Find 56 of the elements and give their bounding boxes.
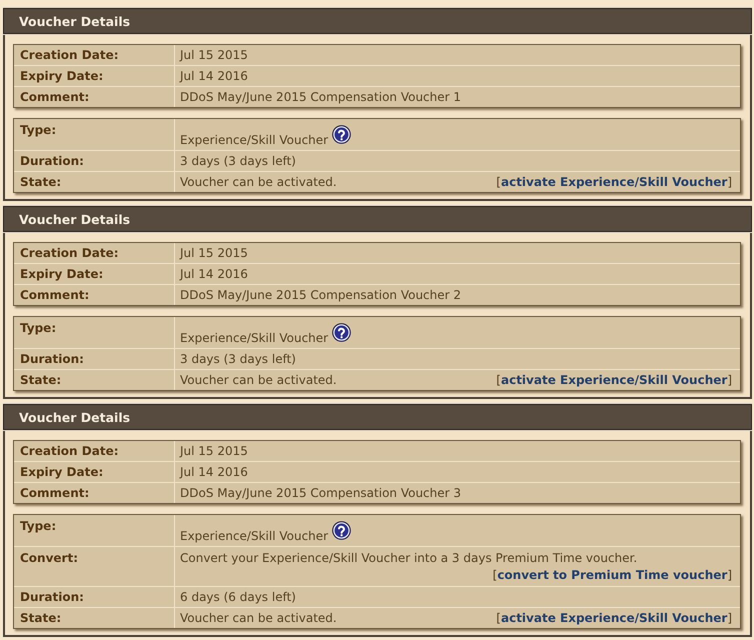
field-value: Jul 14 2016 [180, 266, 248, 283]
bracket-text: [ [492, 567, 498, 584]
field-label: Creation Date: [14, 441, 175, 461]
field-value: Jul 15 2015 [180, 245, 248, 262]
field-label: Type: [14, 119, 175, 150]
field-label: Comment: [14, 483, 175, 503]
field-value: Jul 14 2016 [180, 68, 248, 85]
field-value: DDoS May/June 2015 Compensation Voucher 3 [180, 485, 462, 502]
action-link[interactable]: activate Experience/Skill Voucher [500, 610, 728, 627]
field-label: Expiry Date: [14, 462, 175, 482]
field-label: Type: [14, 515, 175, 546]
bracket-text: ] [727, 610, 732, 627]
field-label: State: [14, 608, 175, 628]
field-value: Experience/Skill Voucher [180, 132, 328, 149]
bracket-text: [ [496, 610, 501, 627]
field-label: Comment: [14, 87, 175, 107]
field-label: State: [14, 370, 175, 390]
field-label: Duration: [14, 151, 175, 171]
field-label: Duration: [14, 587, 175, 607]
field-label: State: [14, 172, 175, 192]
field-label: Convert: [14, 547, 175, 586]
action-link[interactable]: activate Experience/Skill Voucher [500, 174, 728, 191]
field-value: Voucher can be activated. [180, 174, 337, 191]
section-title: Voucher Details [19, 212, 130, 226]
field-value: Convert your Experience/Skill Voucher into a 3 days Premium Time voucher. [180, 550, 638, 567]
action-link[interactable]: convert to Premium Time voucher [497, 567, 728, 584]
action-link[interactable]: activate Experience/Skill Voucher [500, 372, 728, 389]
field-label: Creation Date: [14, 45, 175, 65]
bracket-text: ] [727, 174, 732, 191]
field-value: Jul 15 2015 [180, 47, 248, 64]
help-icon[interactable] [332, 323, 352, 342]
field-value: 3 days (3 days left) [180, 153, 296, 170]
field-label: Creation Date: [14, 243, 175, 263]
field-value: Experience/Skill Voucher [180, 330, 328, 347]
field-value: 3 days (3 days left) [180, 351, 296, 368]
bracket-text: [ [496, 174, 501, 191]
field-label: Comment: [14, 285, 175, 305]
field-value: DDoS May/June 2015 Compensation Voucher 2 [180, 287, 462, 304]
bracket-text: ] [727, 372, 732, 389]
help-icon[interactable] [332, 521, 352, 540]
field-value: Jul 14 2016 [180, 464, 248, 481]
help-icon[interactable] [332, 125, 352, 144]
field-label: Expiry Date: [14, 66, 175, 86]
field-value: Jul 15 2015 [180, 443, 248, 460]
field-value: DDoS May/June 2015 Compensation Voucher 1 [180, 89, 462, 106]
field-value: Voucher can be activated. [180, 610, 337, 627]
field-value: Experience/Skill Voucher [180, 528, 328, 545]
section-title: Voucher Details [19, 410, 130, 424]
bracket-text: [ [496, 372, 501, 389]
field-label: Duration: [14, 349, 175, 369]
field-value: 6 days (6 days left) [180, 589, 296, 606]
bracket-text: ] [727, 567, 732, 584]
field-label: Expiry Date: [14, 264, 175, 284]
field-label: Type: [14, 317, 175, 348]
field-value: Voucher can be activated. [180, 372, 337, 389]
section-title: Voucher Details [19, 14, 130, 28]
